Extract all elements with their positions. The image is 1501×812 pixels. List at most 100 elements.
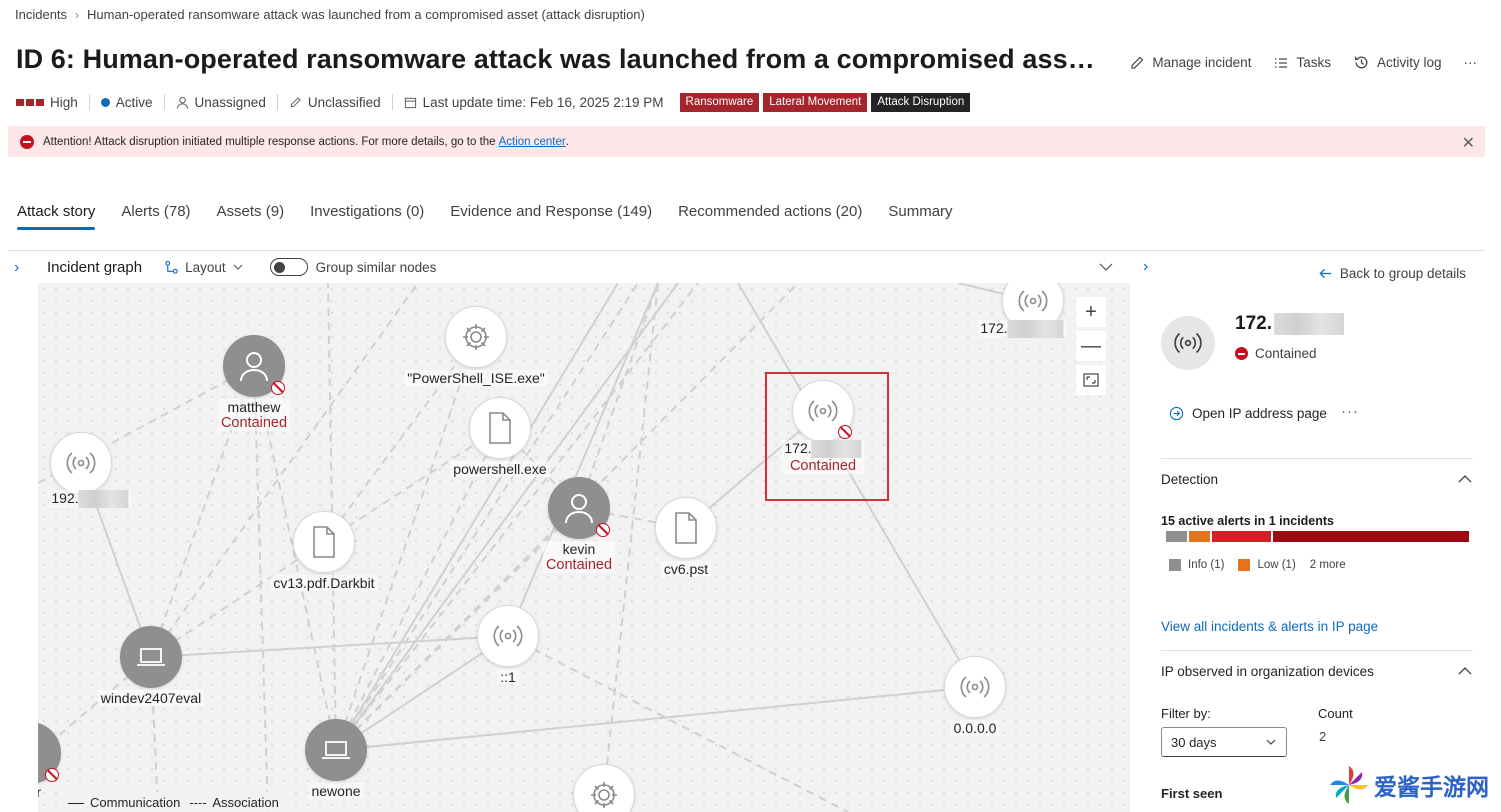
redacted-block	[1273, 313, 1344, 335]
node-ip-ipv6-loopback[interactable]: ::1	[477, 605, 539, 685]
observed-section-header[interactable]: IP observed in organization devices	[1161, 663, 1473, 679]
tag-lateral-movement[interactable]: Lateral Movement	[763, 92, 868, 112]
arrow-circle-right-icon	[1169, 406, 1184, 421]
graph-canvas[interactable]: matthew Contained "PowerShell_ISE.exe" p…	[38, 283, 1130, 812]
tab-attack-story[interactable]: Attack story	[17, 203, 96, 230]
assigned-to: Unassigned	[176, 95, 266, 110]
laptop-icon	[305, 719, 367, 781]
status-label: Active	[115, 94, 153, 110]
blocked-icon	[596, 523, 610, 537]
gear-icon	[573, 764, 635, 812]
panel-more-button[interactable]: ···	[1341, 403, 1359, 420]
tab-alerts[interactable]: Alerts (78)	[121, 203, 190, 228]
node-user-kevin[interactable]: kevin Contained	[542, 477, 616, 573]
last-update-label: Last update time: Feb 16, 2025 2:19 PM	[422, 94, 664, 110]
arrow-left-icon	[1319, 268, 1332, 279]
node-file-powershell-exe[interactable]: powershell.exe	[450, 397, 550, 477]
tab-investigations[interactable]: Investigations (0)	[310, 203, 424, 228]
node-ip-172-top[interactable]: 172.	[977, 283, 1067, 339]
severity-segment-2	[1211, 531, 1271, 542]
view-all-incidents-link[interactable]: View all incidents & alerts in IP page	[1161, 619, 1378, 634]
chevron-up-icon	[1458, 475, 1472, 483]
more-actions-button[interactable]: ···	[1464, 55, 1478, 70]
chevron-right-icon[interactable]: ›	[14, 259, 19, 277]
node-file-cv6[interactable]: cv6.pst	[655, 497, 717, 577]
node-file-cv13[interactable]: cv13.pdf.Darkbit	[270, 511, 378, 591]
redacted-block	[811, 440, 862, 459]
graph-toolbar: Incident graph Layout Group similar node…	[38, 251, 1130, 283]
activity-log-button[interactable]: Activity log	[1353, 54, 1442, 71]
node-process-powershell-ise[interactable]: "PowerShell_ISE.exe"	[404, 306, 548, 386]
breadcrumb-incidents-link[interactable]: Incidents	[15, 7, 67, 22]
node-label: 172.	[977, 320, 1067, 339]
severity-segment-0	[1166, 531, 1187, 542]
ip-broadcast-icon	[944, 656, 1006, 718]
action-center-link[interactable]: Action center	[499, 136, 566, 148]
back-to-group-details-link[interactable]: Back to group details	[1318, 266, 1466, 281]
detection-section-header[interactable]: Detection	[1161, 471, 1473, 487]
zoom-out-button[interactable]: —	[1076, 331, 1106, 361]
file-icon	[293, 511, 355, 573]
severity: High	[16, 95, 78, 110]
node-label: cv6.pst	[660, 561, 712, 577]
tab-evidence-response[interactable]: Evidence and Response (149)	[450, 203, 652, 228]
layout-label: Layout	[185, 259, 226, 275]
node-ip-zeros[interactable]: 0.0.0.0	[944, 656, 1006, 736]
layout-button[interactable]: Layout	[164, 260, 244, 275]
node-user-ator[interactable]: ator	[38, 722, 61, 800]
ip-broadcast-icon	[477, 605, 539, 667]
node-ip-192[interactable]: 192.	[48, 432, 132, 509]
count-value: 2	[1319, 729, 1327, 744]
group-similar-nodes-toggle[interactable]	[269, 258, 308, 276]
legend-more-link[interactable]: 2 more	[1310, 559, 1346, 571]
watermark-text: 爱酱手游网	[1374, 775, 1489, 801]
classification: Unclassified	[289, 95, 381, 110]
classification-label: Unclassified	[307, 94, 381, 110]
severity-segment-3	[1273, 531, 1470, 542]
node-user-matthew[interactable]: matthew Contained	[217, 335, 291, 431]
node-label: ator	[38, 784, 42, 800]
open-ip-label: Open IP address page	[1192, 406, 1327, 421]
node-process-bottom[interactable]	[573, 764, 635, 812]
fit-to-screen-button[interactable]	[1076, 365, 1106, 395]
filter-by-label: Filter by:	[1161, 706, 1211, 721]
tab-recommended-actions[interactable]: Recommended actions (20)	[678, 203, 862, 228]
banner-suffix: .	[565, 135, 569, 148]
tab-summary[interactable]: Summary	[888, 203, 952, 228]
tasks-label: Tasks	[1296, 55, 1331, 70]
close-icon[interactable]: ✕	[1462, 133, 1475, 153]
node-label: "PowerShell_ISE.exe"	[404, 370, 548, 386]
last-update: Last update time: Feb 16, 2025 2:19 PM	[404, 95, 664, 110]
manage-incident-button[interactable]: Manage incident	[1129, 55, 1251, 71]
redacted-block	[1007, 320, 1064, 339]
tag-list: Ransomware Lateral Movement Attack Disru…	[676, 92, 971, 112]
node-ip-172-selected[interactable]: 172. Contained	[781, 380, 865, 475]
site-watermark: 爱酱手游网	[1328, 764, 1489, 806]
node-name: kevin	[562, 541, 596, 557]
detection-legend: Info (1) Low (1) 2 more	[1169, 559, 1346, 571]
tab-assets[interactable]: Assets (9)	[217, 203, 285, 228]
zoom-in-button[interactable]: +	[1076, 297, 1106, 327]
fit-screen-icon	[1083, 373, 1099, 387]
detection-summary: 15 active alerts in 1 incidents	[1161, 514, 1334, 528]
redacted-block	[78, 490, 129, 509]
tag-attack-disruption[interactable]: Attack Disruption	[871, 92, 971, 112]
chevron-down-icon	[1266, 739, 1276, 745]
page-title: ID 6: Human-operated ransomware attack w…	[16, 44, 1096, 74]
tag-ransomware[interactable]: Ransomware	[679, 92, 760, 112]
tab-bar: Attack story Alerts (78) Assets (9) Inve…	[17, 203, 953, 230]
node-label: windev2407eval	[97, 690, 205, 706]
open-ip-address-page-button[interactable]: Open IP address page	[1169, 406, 1327, 421]
breadcrumb-current: Human-operated ransomware attack was lau…	[87, 7, 645, 22]
chevron-right-icon[interactable]: ›	[1143, 258, 1148, 276]
chevron-down-icon[interactable]	[1098, 259, 1114, 275]
node-device-newone[interactable]: newone	[305, 719, 367, 799]
calendar-icon	[404, 97, 416, 108]
filter-by-dropdown[interactable]: 30 days	[1161, 727, 1287, 757]
graph-legend: Communication Association	[62, 792, 285, 812]
ip-details-panel: › Back to group details 172. Contained O…	[1131, 251, 1501, 812]
chevron-right-icon: ›	[75, 7, 80, 22]
node-status: Contained	[789, 458, 857, 475]
tasks-button[interactable]: Tasks	[1273, 55, 1331, 71]
node-device-windev2407eval[interactable]: windev2407eval	[97, 626, 205, 706]
